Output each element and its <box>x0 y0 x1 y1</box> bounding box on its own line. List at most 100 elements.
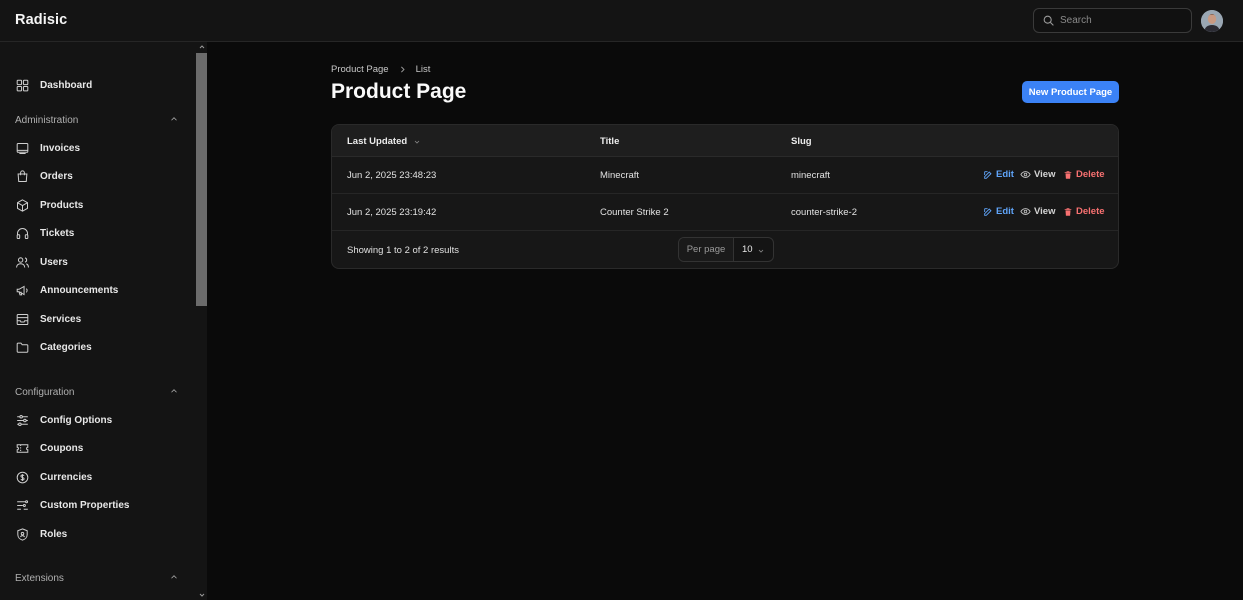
eye-icon <box>1020 171 1031 178</box>
sidebar-item-users[interactable]: Users <box>15 252 68 272</box>
delete-button[interactable]: Delete <box>1063 169 1105 180</box>
sidebar-item-custom-properties[interactable]: Custom Properties <box>15 495 129 515</box>
search-icon <box>1043 15 1054 26</box>
edit-button[interactable]: Edit <box>983 169 1014 180</box>
sidebar-item-currencies[interactable]: Currencies <box>15 467 92 487</box>
edit-label: Edit <box>996 206 1014 217</box>
per-page-value[interactable]: 10 <box>734 238 773 261</box>
headphones-icon <box>16 227 29 239</box>
sidebar-item-products[interactable]: Products <box>15 195 83 215</box>
records-table: Last Updated Title Slug Jun 2, 2025 23:4… <box>331 124 1119 269</box>
edit-icon <box>984 207 992 216</box>
sidebar-item-label: Invoices <box>40 142 81 154</box>
delete-label: Delete <box>1076 169 1105 180</box>
sidebar-item-label: Dashboard <box>40 79 93 91</box>
sidebar-item-dashboard[interactable]: Dashboard <box>15 75 92 95</box>
sidebar-item-label: Currencies <box>40 471 93 483</box>
per-page-label: Per page <box>679 238 734 261</box>
sidebar-item-label: Roles <box>40 528 68 540</box>
table-row[interactable]: Jun 2, 2025 23:48:23 Minecraft minecraft… <box>332 157 1118 194</box>
cell-slug: counter-strike-2 <box>791 207 857 218</box>
chevron-down-icon <box>758 249 764 253</box>
sidebar-item-categories[interactable]: Categories <box>15 337 92 357</box>
edit-icon <box>984 170 992 179</box>
sidebar-item-label: Orders <box>40 170 73 182</box>
chevron-up-icon[interactable] <box>169 114 179 124</box>
edit-label: Edit <box>996 169 1014 180</box>
cell-title: Minecraft <box>600 170 640 181</box>
sidebar-item-announcements[interactable]: Announcements <box>15 280 118 300</box>
cell-title: Counter Strike 2 <box>600 207 669 218</box>
delete-button[interactable]: Delete <box>1063 206 1105 217</box>
per-page-select[interactable]: Per page 10 <box>678 237 774 262</box>
table-row[interactable]: Jun 2, 2025 23:19:42 Counter Strike 2 co… <box>332 194 1118 231</box>
cell-slug: minecraft <box>791 170 831 181</box>
scroll-down-icon[interactable] <box>198 591 206 599</box>
cube-icon <box>17 198 28 212</box>
table-header: Last Updated Title Slug <box>332 125 1118 157</box>
top-bar: Radisic Search <box>0 0 1243 42</box>
brand-logo[interactable]: Radisic <box>15 12 67 28</box>
sidebar-item-services[interactable]: Services <box>15 309 81 329</box>
sidebar-item-label: Categories <box>40 341 92 353</box>
users-icon <box>16 256 29 268</box>
sidebar-item-label: Products <box>40 199 84 211</box>
sliders-icon <box>17 414 28 426</box>
breadcrumb: Product Page List <box>331 64 430 75</box>
adjustments-icon <box>17 499 29 510</box>
shopping-bag-icon <box>17 169 28 182</box>
group-extensions-label[interactable]: Extensions <box>15 573 64 584</box>
dashboard-icon <box>16 79 29 91</box>
cell-last-updated: Jun 2, 2025 23:48:23 <box>347 170 437 181</box>
sidebar: Dashboard Administration Invoices Orders… <box>0 42 207 600</box>
new-product-page-button[interactable]: New Product Page <box>1022 81 1119 103</box>
sidebar-item-label: Tickets <box>40 227 75 239</box>
view-button[interactable]: View <box>1020 169 1055 180</box>
group-administration-label[interactable]: Administration <box>15 115 78 126</box>
sidebar-item-invoices[interactable]: Invoices <box>15 138 80 158</box>
chevron-right-icon <box>400 66 405 73</box>
archive-box-icon <box>16 313 29 325</box>
delete-label: Delete <box>1076 206 1105 217</box>
search-input[interactable]: Search <box>1033 8 1192 33</box>
cell-last-updated: Jun 2, 2025 23:19:42 <box>347 207 437 218</box>
column-header-last-updated[interactable]: Last Updated <box>347 136 421 147</box>
invoice-icon <box>16 142 29 154</box>
trash-icon <box>1064 207 1072 216</box>
shield-icon <box>17 527 28 541</box>
megaphone-icon <box>16 285 28 295</box>
sidebar-item-label: Users <box>40 256 68 268</box>
pagination-summary: Showing 1 to 2 of 2 results <box>347 245 459 256</box>
ticket-icon <box>16 443 29 453</box>
folder-icon <box>16 342 29 353</box>
sidebar-item-config-options[interactable]: Config Options <box>15 410 112 430</box>
eye-icon <box>1020 208 1031 215</box>
user-avatar[interactable] <box>1201 10 1223 32</box>
column-header-label: Last Updated <box>347 136 408 147</box>
chevron-up-icon[interactable] <box>169 386 179 396</box>
sidebar-item-orders[interactable]: Orders <box>15 166 73 186</box>
sidebar-item-label: Config Options <box>40 414 113 426</box>
sidebar-scrollbar-thumb[interactable] <box>196 53 207 306</box>
view-label: View <box>1034 206 1056 217</box>
column-header-title: Title <box>600 136 620 147</box>
sidebar-item-label: Services <box>40 313 82 325</box>
view-label: View <box>1034 169 1056 180</box>
sidebar-item-coupons[interactable]: Coupons <box>15 438 83 458</box>
page-title: Product Page <box>331 80 467 103</box>
scroll-up-icon[interactable] <box>198 43 206 51</box>
sidebar-item-label: Announcements <box>40 284 119 296</box>
sidebar-item-roles[interactable]: Roles <box>15 524 67 544</box>
chevron-up-icon[interactable] <box>169 572 179 582</box>
chevron-down-icon <box>414 140 420 144</box>
per-page-selected: 10 <box>742 244 753 255</box>
search-placeholder: Search <box>1060 15 1092 26</box>
breadcrumb-parent-link[interactable]: Product Page <box>331 64 389 75</box>
group-configuration-label[interactable]: Configuration <box>15 387 74 398</box>
breadcrumb-current: List <box>415 64 431 75</box>
sidebar-item-tickets[interactable]: Tickets <box>15 223 74 243</box>
column-header-slug: Slug <box>791 136 812 147</box>
edit-button[interactable]: Edit <box>983 206 1014 217</box>
view-button[interactable]: View <box>1020 206 1055 217</box>
sidebar-item-label: Coupons <box>40 442 84 454</box>
